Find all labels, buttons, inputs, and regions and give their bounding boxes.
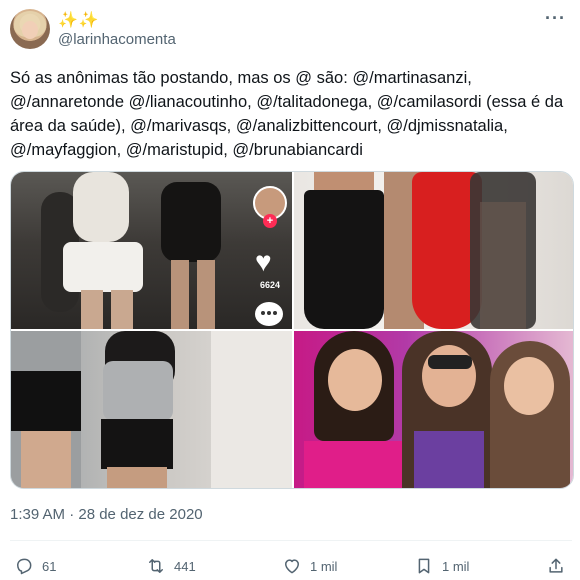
person-figure — [504, 357, 554, 415]
person-figure — [428, 355, 472, 369]
tweet-card: ✨✨ @larinhacomenta ··· Só as anônimas tã… — [0, 0, 580, 580]
tweet-timestamp[interactable]: 1:39 AM · 28 de dez de 2020 — [10, 506, 203, 523]
person-figure — [304, 441, 414, 488]
person-figure — [63, 242, 143, 292]
person-figure — [480, 202, 526, 329]
media-photo-2[interactable] — [294, 172, 573, 329]
action-bar: 61 441 1 mil 1 mil — [0, 552, 580, 580]
media-photo-3[interactable] — [11, 331, 292, 488]
tiktok-follow-icon[interactable]: + — [263, 214, 277, 228]
author-display-name[interactable]: ✨✨ — [58, 10, 100, 30]
bookmark-button[interactable]: 1 mil — [414, 552, 469, 580]
person-figure — [314, 172, 374, 192]
like-button[interactable]: 1 mil — [282, 552, 337, 580]
tiktok-heart-icon[interactable]: ♥ — [255, 248, 272, 276]
bookmark-count: 1 mil — [442, 558, 470, 574]
divider — [10, 540, 572, 541]
tiktok-comment-icon[interactable] — [255, 302, 283, 326]
person-figure — [171, 260, 189, 329]
reply-icon — [17, 558, 32, 575]
retweet-button[interactable]: 441 — [146, 552, 196, 580]
author-avatar[interactable] — [10, 9, 50, 49]
person-figure — [328, 349, 382, 411]
person-figure — [81, 290, 103, 329]
person-figure — [21, 431, 71, 488]
person-figure — [103, 361, 173, 421]
person-figure — [211, 331, 292, 488]
share-icon — [549, 558, 563, 573]
media-photo-1[interactable]: + ♥ 6624 — [11, 172, 292, 329]
retweet-count: 441 — [174, 558, 196, 574]
heart-icon — [285, 559, 299, 574]
retweet-icon — [149, 559, 163, 573]
avatar-face — [22, 21, 38, 39]
media-photo-4[interactable] — [294, 331, 573, 488]
bookmark-icon — [418, 558, 430, 574]
reply-button[interactable]: 61 — [14, 552, 56, 580]
person-figure — [11, 371, 81, 431]
person-figure — [161, 182, 221, 262]
share-button[interactable] — [546, 552, 566, 580]
person-figure — [107, 467, 167, 488]
like-count: 1 mil — [310, 558, 338, 574]
dot — [261, 311, 265, 315]
tweet-text: Só as anônimas tão postando, mas os @ sã… — [10, 69, 564, 159]
person-figure — [304, 190, 384, 329]
person-figure — [101, 419, 173, 469]
person-figure — [73, 172, 129, 242]
tiktok-like-count: 6624 — [259, 280, 281, 290]
reply-count: 61 — [42, 558, 57, 574]
dot — [273, 311, 277, 315]
person-figure — [197, 260, 215, 329]
author-handle[interactable]: @larinhacomenta — [58, 31, 176, 48]
person-figure — [414, 431, 484, 488]
person-figure — [111, 290, 133, 329]
more-options-icon[interactable]: ··· — [545, 8, 566, 29]
media-grid: + ♥ 6624 — [10, 171, 574, 489]
dot — [267, 311, 271, 315]
